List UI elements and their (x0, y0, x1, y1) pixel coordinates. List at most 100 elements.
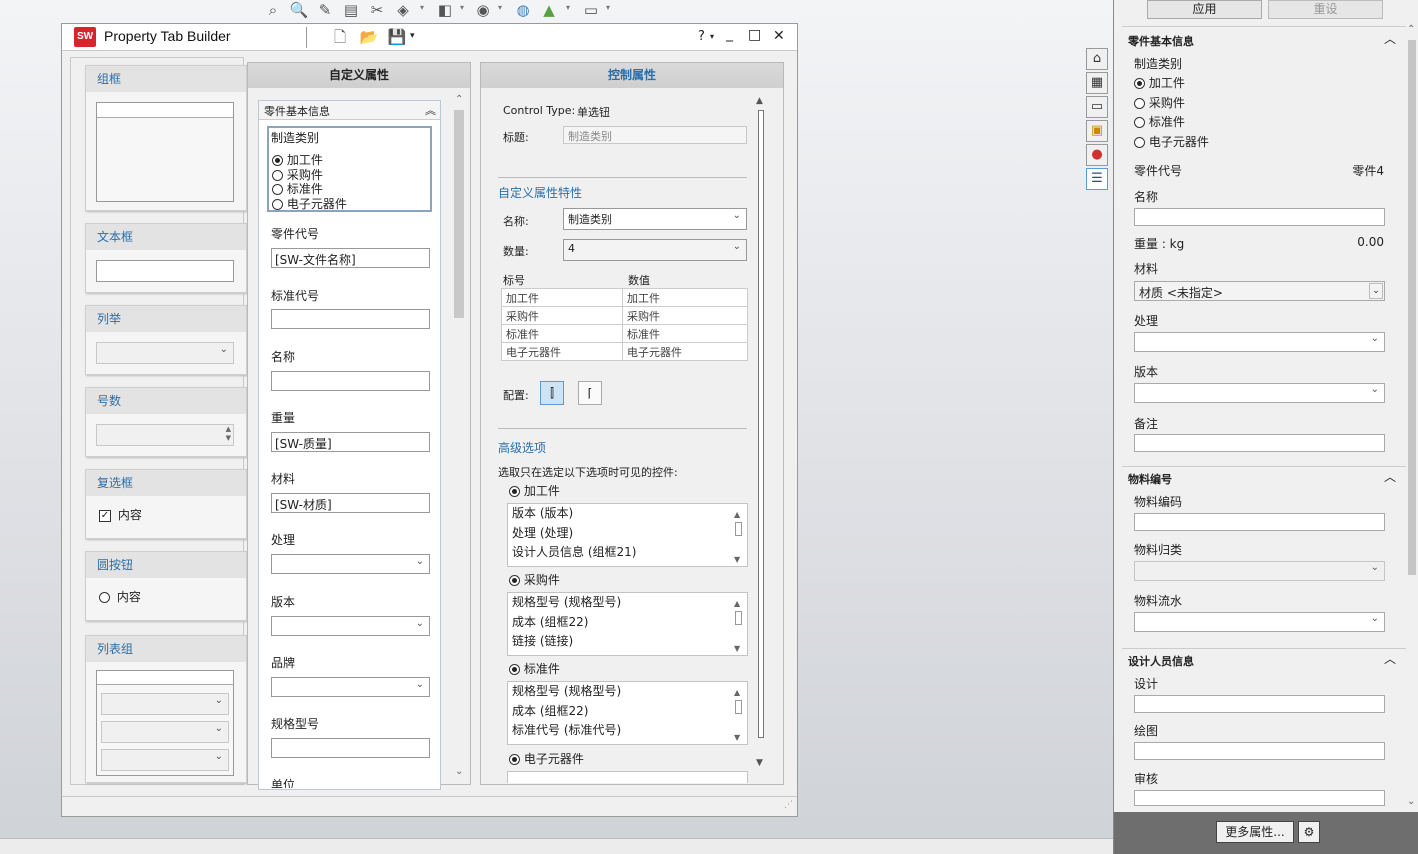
maximize-button[interactable]: □ (748, 27, 761, 43)
custom-properties-icon[interactable]: ☰ (1086, 168, 1108, 190)
groupbox-tool[interactable]: 组框 (85, 65, 247, 211)
vertical-layout-button[interactable]: ⫿ (540, 381, 564, 405)
edit-appearance-icon[interactable]: ◍ (512, 0, 534, 20)
grid-row[interactable]: 标准件 标准件 (501, 324, 748, 343)
collapse-icon[interactable]: ︽ (425, 102, 436, 118)
count-dropdown[interactable]: 4 ⌄ (563, 239, 747, 261)
help-icon[interactable]: ? (698, 29, 705, 44)
std-code-field[interactable] (271, 309, 430, 329)
chevron-down-icon[interactable]: ▾ (460, 3, 464, 12)
brand-dropdown[interactable]: ⌄ (271, 677, 430, 697)
more-properties-button[interactable]: 更多属性... (1216, 821, 1294, 843)
grid-row[interactable]: 采购件 采购件 (501, 306, 748, 325)
hide-show-icon[interactable]: ◉ (472, 0, 494, 20)
adv-list[interactable]: 版本 (版本) 处理 (处理) 设计人员信息 (组框21) ▲ ▼ (507, 503, 748, 567)
version-dropdown[interactable]: ⌄ (1134, 383, 1385, 403)
process-dropdown[interactable]: ⌄ (1134, 332, 1385, 352)
textbox-tool[interactable]: 文本框 (85, 223, 247, 293)
dynamic-annotation-icon[interactable]: ◈ (392, 0, 414, 20)
adv-option[interactable]: 标准件 (509, 660, 560, 677)
process-dropdown[interactable]: ⌄ (271, 554, 430, 574)
scroll-down-icon[interactable]: ⌄ (1407, 796, 1415, 807)
adv-list[interactable]: 规格型号 (规格型号) 成本 (组框22) 链接 (链接) ▲ ▼ (507, 592, 748, 656)
drawing-field[interactable] (1134, 742, 1385, 760)
mfg-radio[interactable]: 标准件 (1134, 113, 1209, 133)
list-tool[interactable]: 列举 ⌄ (85, 305, 247, 375)
material-code-field[interactable] (1134, 513, 1385, 531)
pane-scrollbar[interactable]: ⌃ ⌄ (1405, 24, 1418, 812)
mfg-radio[interactable]: 加工件 (1134, 74, 1209, 94)
list-scrollbar[interactable]: ▲ ▼ (734, 684, 745, 742)
file-explorer-icon[interactable]: ▭ (1086, 96, 1108, 118)
control-scrollbar[interactable]: ▲ ▼ (754, 96, 768, 774)
save-icon[interactable]: 💾 (386, 27, 408, 47)
display-style-icon[interactable]: ◧ (434, 0, 456, 20)
chevron-down-icon[interactable]: ▾ (606, 3, 610, 12)
collapse-icon[interactable]: ︿ (1384, 468, 1396, 485)
scroll-thumb[interactable] (1408, 40, 1416, 575)
view-settings-icon[interactable]: ▭ (580, 0, 602, 20)
radio-option[interactable]: 加工件 (272, 153, 347, 168)
name-field[interactable] (271, 371, 430, 391)
resize-grip-icon[interactable]: ⋰ (784, 800, 793, 810)
material-flow-dropdown[interactable]: ⌄ (1134, 612, 1385, 632)
list-scrollbar[interactable]: ▲ ▼ (734, 595, 745, 653)
weight-field[interactable]: [SW-质量] (271, 432, 430, 452)
options-grid[interactable]: 加工件 加工件 采购件 采购件 标准件 标准件 电子元器件 电子元器件 (501, 288, 748, 361)
mfg-radio[interactable]: 电子元器件 (1134, 133, 1209, 153)
apply-button[interactable]: 应用 (1147, 0, 1262, 19)
zoom-to-fit-icon[interactable]: 🔍 (288, 0, 310, 20)
apply-scene-icon[interactable]: ▲ (538, 0, 560, 20)
minimize-button[interactable]: _ (726, 26, 733, 42)
version-dropdown[interactable]: ⌄ (271, 616, 430, 636)
design-library-icon[interactable]: ▦ (1086, 72, 1108, 94)
scroll-down-icon[interactable]: ⌄ (455, 766, 463, 777)
spec-field[interactable] (271, 738, 430, 758)
previous-view-icon[interactable]: ▤ (340, 0, 362, 20)
part-info-group[interactable]: 零件基本信息 ︽ 制造类别 加工件 采购件 标准件 电子元器件 零件代号 [SW… (258, 100, 441, 790)
design-field[interactable] (1134, 695, 1385, 713)
name-field[interactable] (1134, 208, 1385, 226)
home-icon[interactable]: ⌂ (1086, 48, 1108, 70)
partno-field[interactable]: [SW-文件名称] (271, 248, 430, 268)
new-file-icon[interactable]: 🗋 (330, 27, 350, 47)
listgroup-tool[interactable]: 列表组 ⌄ ⌄ ⌄ (85, 635, 247, 783)
scroll-thumb[interactable] (758, 110, 764, 738)
caption-field[interactable]: 制造类别 (563, 126, 747, 144)
collapse-icon[interactable]: ︿ (1384, 650, 1396, 667)
radio-option[interactable]: 采购件 (272, 168, 347, 183)
number-tool[interactable]: 号数 ▲ ▼ (85, 387, 247, 457)
checkbox-tool[interactable]: 复选框 ✓ 内容 (85, 469, 247, 539)
chevron-down-icon[interactable]: ▾ (420, 3, 424, 12)
scroll-up-icon[interactable]: ⌃ (455, 94, 463, 105)
material-field[interactable]: [SW-材质] (271, 493, 430, 513)
adv-list[interactable] (507, 771, 748, 783)
scroll-up-icon[interactable]: ⌃ (1407, 24, 1415, 35)
check-field[interactable] (1134, 790, 1385, 806)
reset-button[interactable]: 重设 (1268, 0, 1383, 19)
radio-tool[interactable]: 圆按钮 内容 (85, 551, 247, 621)
settings-icon[interactable]: ⚙ (1298, 821, 1320, 843)
grid-row[interactable]: 电子元器件 电子元器件 (501, 342, 748, 361)
mfg-radio[interactable]: 采购件 (1134, 94, 1209, 114)
appearances-icon[interactable]: ● (1086, 144, 1108, 166)
adv-option[interactable]: 采购件 (509, 571, 560, 588)
radio-option[interactable]: 电子元器件 (272, 197, 347, 212)
section-view-icon[interactable]: ✂ (366, 0, 388, 20)
close-button[interactable]: ✕ (773, 28, 785, 44)
adv-option[interactable]: 加工件 (509, 482, 560, 499)
custom-scrollbar[interactable]: ⌃ ⌄ (452, 94, 466, 780)
note-field[interactable] (1134, 434, 1385, 452)
view-orientation-icon[interactable]: ⌕ (262, 0, 284, 20)
chevron-down-icon[interactable]: ▾ (498, 3, 502, 12)
chevron-down-icon[interactable]: ▾ (710, 32, 714, 41)
zoom-area-icon[interactable]: ✎ (314, 0, 336, 20)
mfg-category-radio-group[interactable]: 制造类别 加工件 采购件 标准件 电子元器件 (267, 126, 432, 212)
name-dropdown[interactable]: 制造类别 ⌄ (563, 208, 747, 230)
adv-list[interactable]: 规格型号 (规格型号) 成本 (组框22) 标准代号 (标准代号) ▲ ▼ (507, 681, 748, 745)
scroll-up-icon[interactable]: ▲ (756, 96, 763, 106)
scroll-down-icon[interactable]: ▼ (756, 758, 763, 768)
radio-option[interactable]: 标准件 (272, 182, 347, 197)
open-file-icon[interactable]: 📂 (358, 27, 380, 47)
horizontal-layout-button[interactable]: ⌈ (578, 381, 602, 405)
